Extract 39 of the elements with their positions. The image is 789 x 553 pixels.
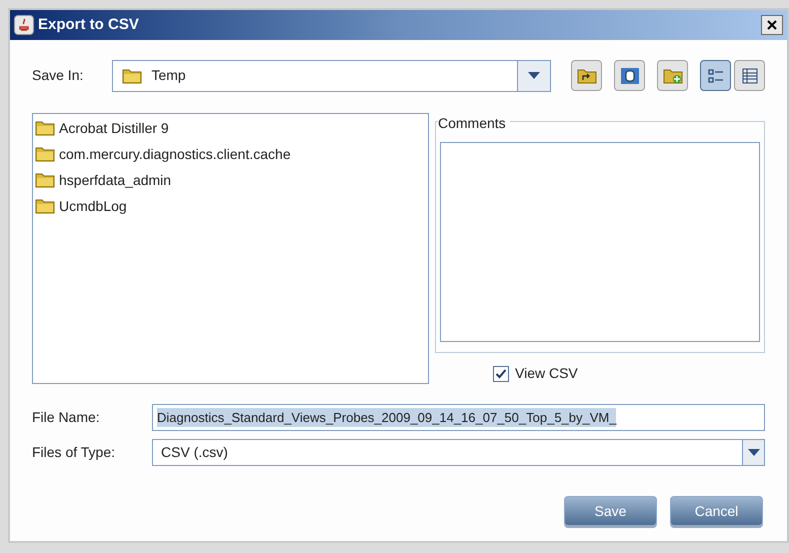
- close-icon: [766, 19, 778, 31]
- file-list-item[interactable]: Acrobat Distiller 9: [35, 116, 426, 140]
- list-view-button[interactable]: [700, 60, 731, 91]
- dropdown-value: Temp: [151, 66, 187, 85]
- file-list-item[interactable]: hsperfdata_admin: [35, 168, 426, 192]
- file-name-field[interactable]: Diagnostics_Standard_Views_Probes_2009_09_14_16_07_50_Top_5_by_VM_: [152, 404, 765, 431]
- file-list-item[interactable]: UcmdbLog: [35, 194, 426, 218]
- save-in-dropdown[interactable]: Temp: [112, 60, 551, 92]
- folder-icon: [35, 120, 55, 136]
- up-folder-button[interactable]: [571, 60, 602, 91]
- details-view-button[interactable]: [734, 60, 765, 91]
- caret-icon: [528, 72, 540, 79]
- folder-icon: [35, 146, 55, 162]
- view-csv-checkbox[interactable]: [493, 366, 509, 382]
- view-csv-label: View CSV: [515, 364, 578, 383]
- folder-icon: [121, 68, 144, 84]
- details-view-icon: [740, 66, 758, 84]
- desktop-button[interactable]: [614, 60, 645, 91]
- dropdown-value: CSV (.csv): [160, 443, 229, 462]
- comments-field[interactable]: [440, 142, 760, 342]
- app-icon: [14, 15, 34, 35]
- checkmark-icon: [495, 368, 507, 380]
- dropdown-arrow-button[interactable]: [742, 440, 764, 465]
- up-folder-icon: [576, 68, 596, 84]
- window-title: Export to CSV: [38, 14, 139, 35]
- file-type-label: Files of Type:: [32, 443, 116, 462]
- file-name-value: Diagnostics_Standard_Views_Probes_2009_09_14_16_07_50_Top_5_by_VM_: [157, 408, 616, 428]
- folder-icon: [35, 172, 55, 188]
- caret-icon: [748, 449, 760, 456]
- file-name-label: File Name:: [32, 408, 101, 427]
- save-in-label: Save In:: [32, 66, 84, 85]
- list-view-icon: [706, 66, 724, 84]
- dropdown-arrow-button[interactable]: [517, 60, 550, 90]
- close-button[interactable]: [761, 15, 783, 35]
- file-list-item[interactable]: com.mercury.diagnostics.client.cache: [35, 142, 426, 166]
- new-folder-button[interactable]: [657, 60, 688, 91]
- file-type-dropdown[interactable]: CSV (.csv): [152, 439, 765, 466]
- folder-icon: [35, 198, 55, 214]
- new-folder-icon: [662, 68, 682, 84]
